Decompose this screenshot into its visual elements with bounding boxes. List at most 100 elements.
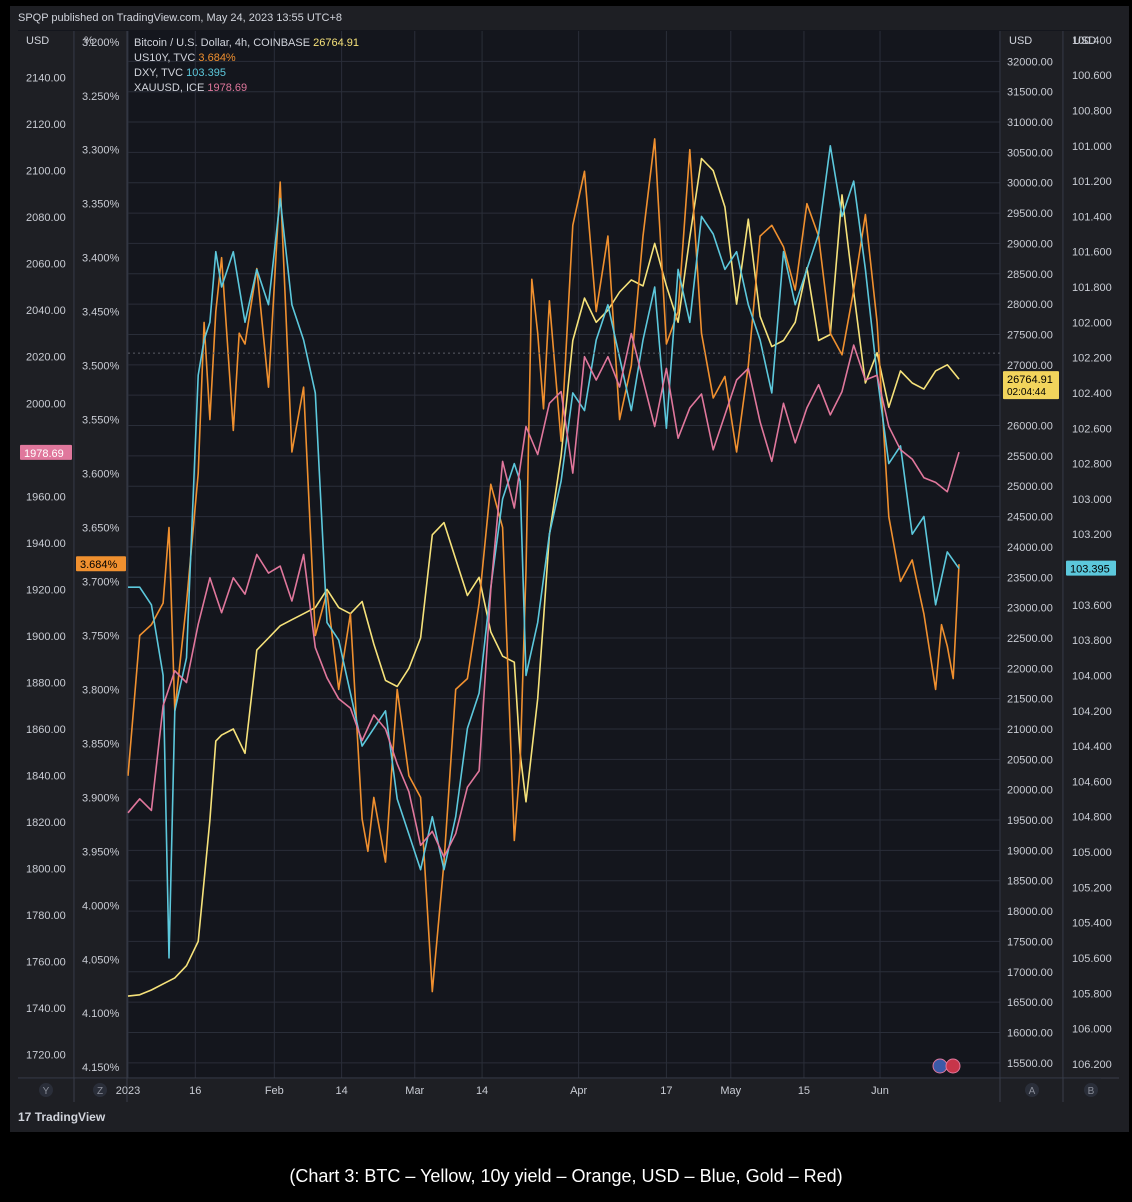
yield-tick-label: 3.600% [82,469,120,481]
btc-tick-label: 18500.00 [1007,876,1053,888]
x-tick-label: Feb [265,1085,284,1097]
dxy-tick-label: 102.600 [1072,423,1112,435]
legend-series-name: US10Y, TVC [134,52,198,64]
x-tick-label: 17 [660,1085,672,1097]
yield-tick-label: 4.050% [82,954,120,966]
yield-tick-label: 3.350% [82,199,120,211]
btc-tick-label: 24000.00 [1007,542,1053,554]
btc-tick-label: 29500.00 [1007,208,1053,220]
legend-series-value: 1978.69 [207,82,247,94]
yield-tick-label: 3.800% [82,684,120,696]
btc-tick-label: 29000.00 [1007,238,1053,250]
axis-button-label: B [1088,1086,1095,1097]
gold-tick-label: 1940.00 [26,538,66,550]
btc-tick-label: 25500.00 [1007,451,1053,463]
gold-tick-label: 1780.00 [26,910,66,922]
dxy-tick-label: 102.800 [1072,459,1112,471]
btc-countdown-text: 02:04:44 [1007,387,1046,398]
dxy-tick-label: 104.800 [1072,812,1112,824]
dxy-tick-label: 101.800 [1072,282,1112,294]
dxy-tick-label: 100.600 [1072,70,1112,82]
gold-tick-label: 1800.00 [26,864,66,876]
btc-tick-label: 17500.00 [1007,936,1053,948]
dxy-tick-label: 103.000 [1072,494,1112,506]
dxy-tick-label: 104.000 [1072,670,1112,682]
yield-last-value-tag-text: 3.684% [80,559,118,571]
btc-tick-label: 23000.00 [1007,603,1053,615]
x-tick-label: 15 [798,1085,810,1097]
yield-tick-label: 3.400% [82,253,120,265]
x-tick-label: Jun [871,1085,889,1097]
yield-tick-label: 3.500% [82,361,120,373]
btc-tick-label: 28000.00 [1007,299,1053,311]
gold-tick-label: 2060.00 [26,259,66,271]
chart[interactable]: USD% USD USD1720.001740.001760.001780.0018… [0,0,1132,1140]
dxy-tick-label: 104.200 [1072,706,1112,718]
gold-tick-label: 2100.00 [26,166,66,178]
legend-entry: Bitcoin / U.S. Dollar, 4h, COINBASE 2676… [134,37,359,49]
btc-tick-label: 16000.00 [1007,1027,1053,1039]
dxy-last-value-tag-text: 103.395 [1070,564,1110,576]
legend-entry: XAUUSD, ICE 1978.69 [134,82,247,94]
yield-tick-label: 3.300% [82,145,120,157]
gold-tick-label: 2120.00 [26,119,66,131]
tradingview-logo-icon: 17 [18,1110,32,1124]
gold-tick-label: 1740.00 [26,1003,66,1015]
yield-axis-panel [75,31,127,1078]
x-tick-label: Mar [405,1085,424,1097]
dxy-tick-label: 106.000 [1072,1024,1112,1036]
btc-tick-label: 30000.00 [1007,178,1053,190]
btc-tick-label: 20000.00 [1007,785,1053,797]
btc-tick-label: 22000.00 [1007,663,1053,675]
legend-entry: US10Y, TVC 3.684% [134,52,236,64]
btc-tick-label: 19500.00 [1007,815,1053,827]
us-flag-event-icon [945,1058,961,1074]
btc-tick-label: 25000.00 [1007,481,1053,493]
gold-tick-label: 1820.00 [26,817,66,829]
btc-tick-label: 24500.00 [1007,512,1053,524]
legend-entry: DXY, TVC 103.395 [134,67,226,79]
btc-tick-label: 27000.00 [1007,360,1053,372]
axis-button-label: Z [97,1086,103,1097]
dxy-tick-label: 105.800 [1072,988,1112,1000]
gold-tick-label: 2020.00 [26,352,66,364]
btc-tick-label: 26000.00 [1007,421,1053,433]
btc-last-value-text: 26764.91 [1007,374,1053,386]
axis-button-label: Y [43,1086,50,1097]
yield-tick-label: 3.200% [82,37,120,49]
tradingview-logo: 17 TradingView [18,1110,105,1124]
dxy-tick-label: 104.600 [1072,776,1112,788]
gold-tick-label: 1920.00 [26,584,66,596]
axis-button-label: A [1029,1086,1036,1097]
gold-axis-unit: USD [26,35,49,47]
gold-last-value-tag-text: 1978.69 [24,448,64,460]
dxy-tick-label: 105.200 [1072,882,1112,894]
yield-tick-label: 3.450% [82,307,120,319]
btc-tick-label: 31500.00 [1007,87,1053,99]
x-tick-label: 2023 [116,1085,140,1097]
gold-tick-label: 1840.00 [26,771,66,783]
x-tick-label: 16 [189,1085,201,1097]
yield-tick-label: 3.850% [82,738,120,750]
x-tick-label: 14 [476,1085,488,1097]
btc-axis-unit: USD [1009,35,1032,47]
gold-tick-label: 2040.00 [26,305,66,317]
gold-tick-label: 2140.00 [26,73,66,85]
dxy-tick-label: 105.000 [1072,847,1112,859]
gold-tick-label: 1860.00 [26,724,66,736]
btc-tick-label: 32000.00 [1007,56,1053,68]
btc-tick-label: 27500.00 [1007,329,1053,341]
chart-caption: (Chart 3: BTC – Yellow, 10y yield – Oran… [289,1166,843,1186]
gold-tick-label: 1760.00 [26,957,66,969]
x-tick-label: Apr [570,1085,587,1097]
gold-tick-label: 1960.00 [26,491,66,503]
btc-tick-label: 23500.00 [1007,572,1053,584]
tradingview-logo-text: TradingView [34,1110,106,1124]
yield-tick-label: 3.950% [82,846,120,858]
gold-tick-label: 2000.00 [26,398,66,410]
yield-tick-label: 4.150% [82,1062,120,1074]
dxy-tick-label: 100.400 [1072,35,1112,47]
dxy-tick-label: 105.600 [1072,953,1112,965]
dxy-tick-label: 102.000 [1072,317,1112,329]
yield-tick-label: 3.250% [82,91,120,103]
